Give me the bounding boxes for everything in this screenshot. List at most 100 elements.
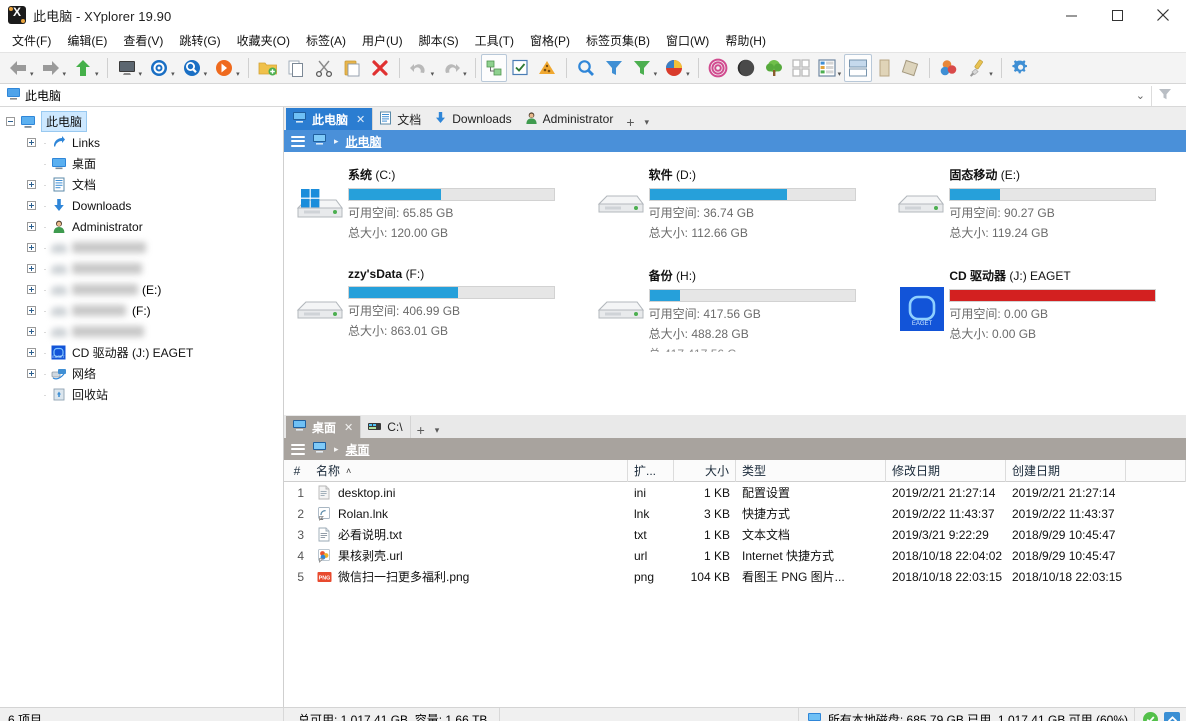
status-disks[interactable]: 所有本地磁盘: 685.79 GB 已用, 1,017.41 GB 可用 (60…	[798, 708, 1128, 721]
close-button[interactable]	[1140, 0, 1186, 30]
chevron-down-icon[interactable]: ⌄	[1136, 89, 1145, 102]
menu-window[interactable]: 窗口(W)	[658, 30, 717, 52]
menu-file[interactable]: 文件(F)	[4, 30, 59, 52]
expand-toggle[interactable]	[27, 369, 36, 378]
column-extension[interactable]: 扩...	[628, 460, 674, 482]
tree-item-recycle-bin[interactable]: · 回收站	[0, 384, 283, 405]
chevron-down-icon[interactable]: ▾	[463, 70, 467, 82]
expand-toggle[interactable]	[27, 285, 36, 294]
tree-item-drive-f[interactable]: · (F:)	[0, 300, 283, 321]
chevron-down-icon[interactable]: ▾	[431, 70, 435, 82]
bottom-pane-breadcrumb[interactable]: ▸ 桌面	[284, 438, 1186, 460]
configuration-button[interactable]	[1007, 54, 1035, 82]
table-row[interactable]: 2 Rolan.lnk lnk 3 KB 快捷方式 2019/2/22 11:4…	[284, 503, 1186, 524]
table-row[interactable]: 4 果核剥壳.url url 1 KB Internet 快捷方式 2018/1…	[284, 545, 1186, 566]
menu-help[interactable]: 帮助(H)	[717, 30, 774, 52]
drive-item-h[interactable]: 备份 (H:) 可用空间: 417.56 GB 总大小: 488.28 GB 总…	[585, 253, 886, 352]
column-number[interactable]: #	[284, 460, 310, 482]
thumbnails-button[interactable]	[788, 54, 814, 82]
tab-documents[interactable]: 文档	[373, 108, 428, 130]
pane-menu-icon[interactable]	[291, 136, 305, 147]
chevron-down-icon[interactable]: ▾	[30, 70, 34, 82]
cut-button[interactable]	[310, 54, 338, 82]
menu-tools[interactable]: 工具(T)	[467, 30, 522, 52]
desktop-button[interactable]: ▾	[113, 54, 146, 82]
menu-tags[interactable]: 标签(A)	[298, 30, 354, 52]
spiral-button[interactable]	[704, 54, 732, 82]
menu-user[interactable]: 用户(U)	[354, 30, 411, 52]
menu-edit[interactable]: 编辑(E)	[59, 30, 115, 52]
chevron-down-icon[interactable]: ▾	[95, 70, 99, 82]
column-name[interactable]: 名称 ˄	[310, 460, 628, 482]
forward-button[interactable]: ▾	[37, 54, 70, 82]
details-button[interactable]: ▾	[814, 54, 845, 82]
menu-tabsets[interactable]: 标签页集(B)	[578, 30, 658, 52]
expand-toggle[interactable]	[27, 180, 36, 189]
dual-pane-button[interactable]	[844, 54, 872, 82]
table-row[interactable]: 1 desktop.ini ini 1 KB 配置设置 2019/2/21 21…	[284, 482, 1186, 503]
tab-c-drive[interactable]: C:\	[361, 416, 410, 438]
file-name-cell[interactable]: PNG 微信扫一扫更多福利.png	[310, 566, 628, 587]
find-files-button[interactable]: ▾	[178, 54, 211, 82]
chevron-down-icon[interactable]: ▾	[139, 70, 143, 82]
tab-this-pc[interactable]: 此电脑 ✕	[286, 108, 373, 130]
collapse-toggle[interactable]	[6, 117, 15, 126]
chevron-down-icon[interactable]: ▾	[171, 70, 175, 82]
tree-item-network[interactable]: · 网络	[0, 363, 283, 384]
menu-favorites[interactable]: 收藏夹(O)	[229, 30, 298, 52]
chevron-down-icon[interactable]: ▾	[204, 70, 208, 82]
expand-toggle[interactable]	[27, 306, 36, 315]
menu-panes[interactable]: 窗格(P)	[522, 30, 578, 52]
drive-list[interactable]: 系统 (C:) 可用空间: 65.85 GB 总大小: 120.00 GB 软件…	[284, 152, 1186, 415]
new-folder-button[interactable]	[254, 54, 282, 82]
expand-toggle[interactable]	[27, 327, 36, 336]
status-indicators[interactable]	[1134, 708, 1180, 721]
close-icon[interactable]: ✕	[344, 421, 353, 434]
moon-button[interactable]	[732, 54, 760, 82]
menu-view[interactable]: 查看(V)	[115, 30, 171, 52]
tree-item-drive-hidden-1[interactable]: ·	[0, 237, 283, 258]
highlight-button[interactable]	[533, 54, 561, 82]
address-bar[interactable]: 此电脑 ⌄	[0, 84, 1186, 107]
expand-toggle[interactable]	[27, 243, 36, 252]
file-name-cell[interactable]: Rolan.lnk	[310, 503, 628, 524]
chevron-up-icon[interactable]	[1164, 712, 1180, 721]
pane-menu-icon[interactable]	[291, 444, 305, 455]
colors-button[interactable]	[935, 54, 963, 82]
chevron-down-icon[interactable]: ▾	[686, 70, 690, 82]
undo-button[interactable]: ▾	[405, 54, 438, 82]
tab-list-dropdown[interactable]: ▾	[641, 117, 656, 130]
tree-item-desktop[interactable]: · 桌面	[0, 153, 283, 174]
drive-item-j[interactable]: EAGET CD 驱动器 (J:) EAGET 可用空间: 0.00 GB 总大…	[885, 253, 1186, 352]
expand-toggle[interactable]	[27, 201, 36, 210]
menu-scripting[interactable]: 脚本(S)	[411, 30, 467, 52]
chevron-down-icon[interactable]: ▾	[989, 70, 993, 82]
visual-filter-button[interactable]: ▾	[628, 54, 661, 82]
delete-button[interactable]	[366, 54, 394, 82]
drive-item-e[interactable]: 固态移动 (E:) 可用空间: 90.27 GB 总大小: 119.24 GB	[885, 152, 1186, 241]
search-button[interactable]	[572, 54, 600, 82]
paintbrush-button[interactable]: ▾	[963, 54, 996, 82]
tree-item-administrator[interactable]: · Administrator	[0, 216, 283, 237]
chevron-down-icon[interactable]: ▾	[838, 70, 842, 82]
tree-item-downloads[interactable]: · Downloads	[0, 195, 283, 216]
new-tab-button[interactable]: +	[620, 114, 640, 130]
copy-button[interactable]	[282, 54, 310, 82]
go-to-button[interactable]: ▾	[210, 54, 243, 82]
back-button[interactable]: ▾	[4, 54, 37, 82]
column-size[interactable]: 大小	[674, 460, 736, 482]
breadcrumb-current[interactable]: 桌面	[346, 441, 370, 458]
file-name-cell[interactable]: 必看说明.txt	[310, 524, 628, 545]
tab-administrator[interactable]: Administrator	[519, 108, 621, 130]
paste-button[interactable]	[338, 54, 366, 82]
chevron-down-icon[interactable]: ▾	[63, 70, 67, 82]
drive-item-d[interactable]: 软件 (D:) 可用空间: 36.74 GB 总大小: 112.66 GB	[585, 152, 886, 241]
target-button[interactable]: ▾	[145, 54, 178, 82]
folder-tree[interactable]: 此电脑 · Links · 桌面 ·	[0, 107, 284, 707]
minimize-button[interactable]	[1048, 0, 1094, 30]
table-row[interactable]: 3 必看说明.txt txt 1 KB 文本文档 2019/3/21 9:22:…	[284, 524, 1186, 545]
drive-item-f[interactable]: zzy'sData (F:) 可用空间: 406.99 GB 总大小: 863.…	[284, 253, 585, 352]
tree-item-cd-drive[interactable]: · EAGET CD 驱动器 (J:) EAGET	[0, 342, 283, 363]
tree-item-links[interactable]: · Links	[0, 132, 283, 153]
tab-downloads[interactable]: Downloads	[428, 108, 518, 130]
